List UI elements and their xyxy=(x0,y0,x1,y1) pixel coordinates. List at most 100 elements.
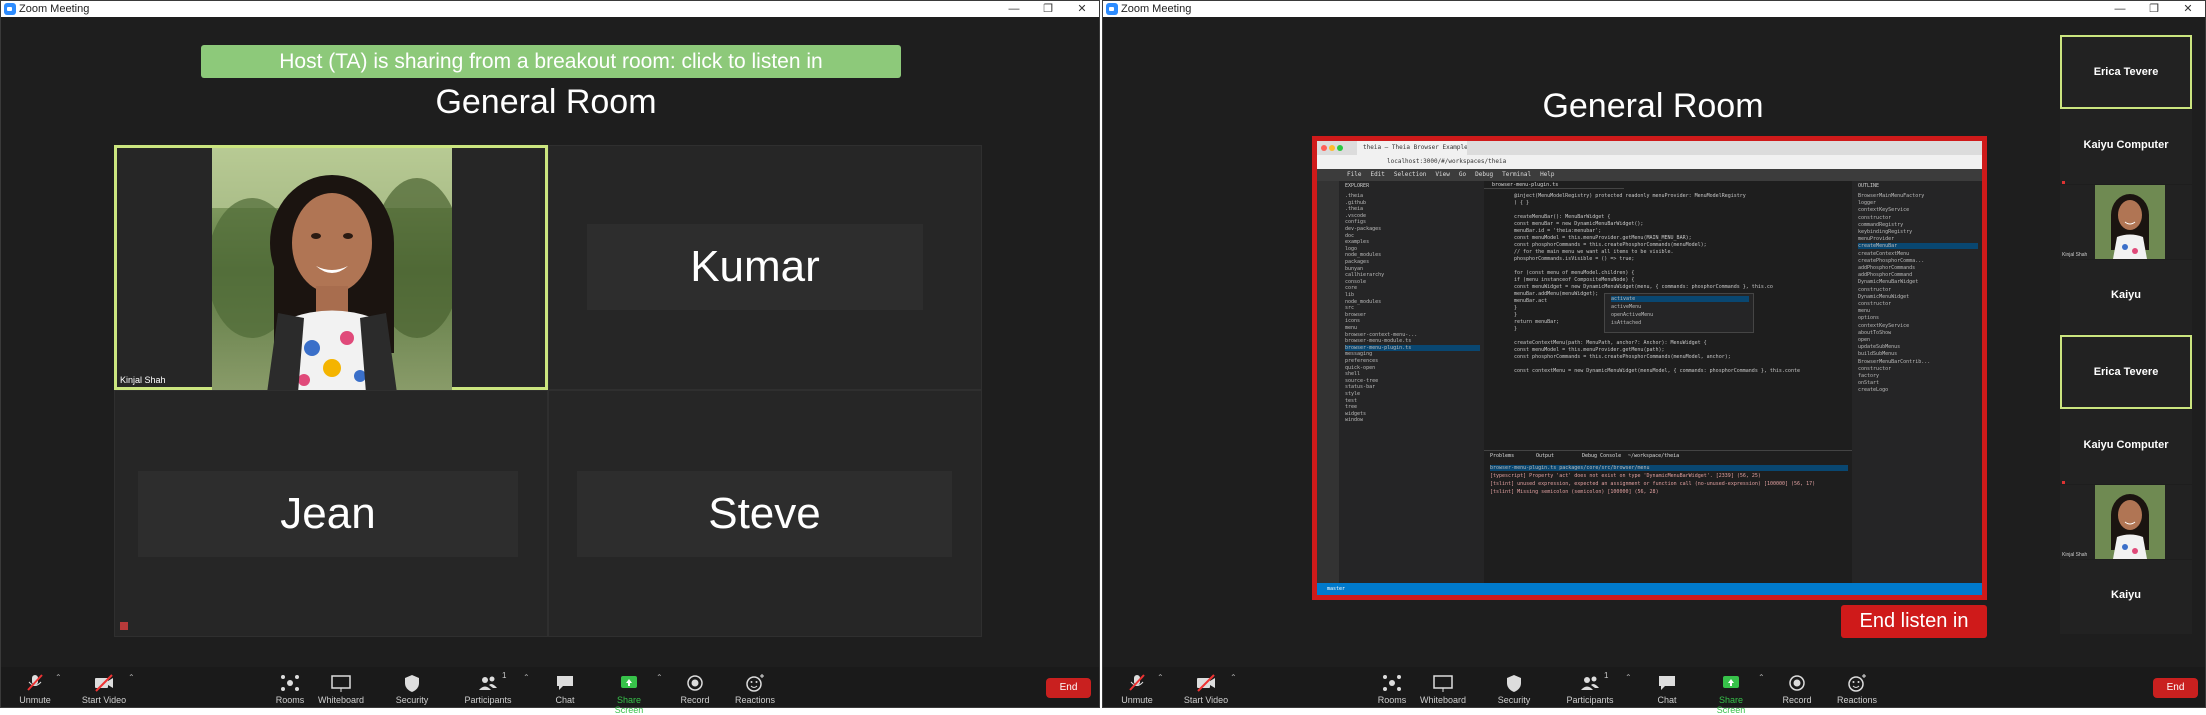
listen-in-banner[interactable]: Host (TA) is sharing from a breakout roo… xyxy=(201,45,901,78)
problem-item[interactable]: [tslint] Missing semicolon (semicolon) [… xyxy=(1490,489,1848,495)
participant-tile-kinjal[interactable]: Kinjal Shah xyxy=(114,145,548,393)
explorer-item[interactable]: menu xyxy=(1345,325,1480,331)
outline-item[interactable]: createContextMenu xyxy=(1858,251,1978,257)
explorer-item[interactable]: src xyxy=(1345,305,1480,311)
explorer-item[interactable]: quick-open xyxy=(1345,365,1480,371)
minimize-icon[interactable]: — xyxy=(997,1,1031,17)
outline-item[interactable]: keybindingRegistry xyxy=(1858,229,1978,235)
explorer-item[interactable]: browser-context-menu-... xyxy=(1345,332,1480,338)
side-participant-tile[interactable]: Kaiyu xyxy=(2060,260,2192,334)
minimize-icon[interactable]: — xyxy=(2103,1,2137,17)
explorer-item[interactable]: status-bar xyxy=(1345,384,1480,390)
explorer-item[interactable]: lib xyxy=(1345,292,1480,298)
explorer-item[interactable]: dev-packages xyxy=(1345,226,1480,232)
shared-screen[interactable]: theia — Theia Browser Example localhost:… xyxy=(1312,136,1987,600)
side-participant-tile[interactable]: Kaiyu Computer xyxy=(2060,110,2192,184)
explorer-item[interactable]: node_modules xyxy=(1345,252,1480,258)
side-participant-tile[interactable]: Kaiyu xyxy=(2060,560,2192,634)
explorer-item[interactable]: preferences xyxy=(1345,358,1480,364)
rooms-button[interactable]: Rooms xyxy=(273,667,307,707)
side-participant-tile[interactable]: Erica Tevere xyxy=(2060,35,2192,109)
outline-item[interactable]: commandRegistry xyxy=(1858,222,1978,228)
ide-menu-item[interactable]: Terminal xyxy=(1502,171,1531,178)
problem-item[interactable]: browser-menu-plugin.ts packages/core/src… xyxy=(1490,465,1848,471)
explorer-item[interactable]: browser xyxy=(1345,312,1480,318)
explorer-item[interactable]: source-tree xyxy=(1345,378,1480,384)
chevron-up-icon[interactable]: ⌃ xyxy=(523,673,530,682)
ide-menu-item[interactable]: File xyxy=(1347,171,1361,178)
share-screen-button[interactable]: Share Screen xyxy=(1705,667,1757,715)
chevron-up-icon[interactable]: ⌃ xyxy=(1230,673,1237,682)
end-listen-in-button[interactable]: End listen in xyxy=(1841,605,1987,638)
chevron-up-icon[interactable]: ⌃ xyxy=(1157,673,1164,682)
chat-button[interactable]: Chat xyxy=(551,667,579,707)
outline-item[interactable]: DynamicMenuWidget xyxy=(1858,294,1978,300)
ide-menu-item[interactable]: View xyxy=(1435,171,1449,178)
explorer-item[interactable]: core xyxy=(1345,285,1480,291)
outline-item[interactable]: createLogo xyxy=(1858,387,1978,393)
restore-icon[interactable]: ❐ xyxy=(2137,1,2171,17)
explorer-item[interactable]: tree xyxy=(1345,404,1480,410)
share-screen-button[interactable]: Share Screen xyxy=(603,667,655,715)
outline-item[interactable]: aboutToShow xyxy=(1858,330,1978,336)
outline-item[interactable]: BrowserMainMenuFactory xyxy=(1858,193,1978,199)
reactions-button[interactable]: Reactions xyxy=(733,667,777,707)
participant-tile-steve[interactable]: Steve xyxy=(548,390,982,637)
explorer-item[interactable]: bunyan xyxy=(1345,266,1480,272)
explorer-item[interactable]: style xyxy=(1345,391,1480,397)
ide-menu-item[interactable]: Go xyxy=(1459,171,1466,178)
side-participant-tile[interactable]: Kinjal Shah xyxy=(2060,185,2192,259)
outline-item[interactable]: onStart xyxy=(1858,380,1978,386)
outline-item[interactable]: contextKeyService xyxy=(1858,207,1978,213)
start-video-button[interactable]: Start Video xyxy=(79,667,129,707)
security-button[interactable]: Security xyxy=(1495,667,1533,707)
explorer-item[interactable]: shell xyxy=(1345,371,1480,377)
side-participant-tile[interactable]: Erica Tevere xyxy=(2060,335,2192,409)
explorer-item[interactable]: .vscode xyxy=(1345,213,1480,219)
explorer-item[interactable]: .github xyxy=(1345,200,1480,206)
record-button[interactable]: Record xyxy=(1780,667,1814,707)
explorer-item[interactable]: configs xyxy=(1345,219,1480,225)
ide-menu-item[interactable]: Edit xyxy=(1370,171,1384,178)
end-meeting-button[interactable]: End xyxy=(2153,678,2198,698)
problems-tab[interactable]: ~/workspace/theia xyxy=(1628,453,1679,459)
close-icon[interactable]: ✕ xyxy=(2171,1,2205,17)
chevron-up-icon[interactable]: ⌃ xyxy=(1625,673,1632,682)
ide-menu-item[interactable]: Debug xyxy=(1475,171,1493,178)
outline-item[interactable]: menu xyxy=(1858,308,1978,314)
unmute-button[interactable]: Unmute xyxy=(1117,667,1157,707)
chevron-up-icon[interactable]: ⌃ xyxy=(656,673,663,682)
outline-item[interactable]: constructor xyxy=(1858,287,1978,293)
outline-item[interactable]: addPhosphorCommands xyxy=(1858,265,1978,271)
chat-button[interactable]: Chat xyxy=(1653,667,1681,707)
explorer-item[interactable]: console xyxy=(1345,279,1480,285)
problems-tab[interactable]: Debug Console xyxy=(1582,453,1621,459)
outline-item[interactable]: createMenuBar xyxy=(1858,243,1978,250)
outline-item[interactable]: buildSubMenus xyxy=(1858,351,1978,357)
outline-item[interactable]: contextKeyService xyxy=(1858,323,1978,329)
explorer-item[interactable]: test xyxy=(1345,398,1480,404)
explorer-item[interactable]: widgets xyxy=(1345,411,1480,417)
side-participant-tile[interactable]: Kinjal Shah xyxy=(2060,485,2192,559)
explorer-item[interactable]: logo xyxy=(1345,246,1480,252)
end-meeting-button[interactable]: End xyxy=(1046,678,1091,698)
security-button[interactable]: Security xyxy=(393,667,431,707)
outline-item[interactable]: addPhosphorCommand xyxy=(1858,272,1978,278)
explorer-item[interactable]: messaging xyxy=(1345,351,1480,357)
problems-tab[interactable]: Problems xyxy=(1490,453,1514,459)
explorer-item[interactable]: .theia xyxy=(1345,193,1480,199)
outline-item[interactable]: DynamicMenuBarWidget xyxy=(1858,279,1978,285)
record-button[interactable]: Record xyxy=(678,667,712,707)
explorer-item[interactable]: .theia xyxy=(1345,206,1480,212)
chevron-up-icon[interactable]: ⌃ xyxy=(128,673,135,682)
chevron-up-icon[interactable]: ⌃ xyxy=(1758,673,1765,682)
restore-icon[interactable]: ❐ xyxy=(1031,1,1065,17)
outline-item[interactable]: constructor xyxy=(1858,215,1978,221)
whiteboard-button[interactable]: Whiteboard xyxy=(317,667,365,707)
outline-item[interactable]: constructor xyxy=(1858,366,1978,372)
unmute-button[interactable]: Unmute xyxy=(15,667,55,707)
outline-item[interactable]: open xyxy=(1858,337,1978,343)
ide-menu-item[interactable]: Selection xyxy=(1394,171,1427,178)
side-participant-tile[interactable]: Kaiyu Computer xyxy=(2060,410,2192,484)
close-icon[interactable]: ✕ xyxy=(1065,1,1099,17)
